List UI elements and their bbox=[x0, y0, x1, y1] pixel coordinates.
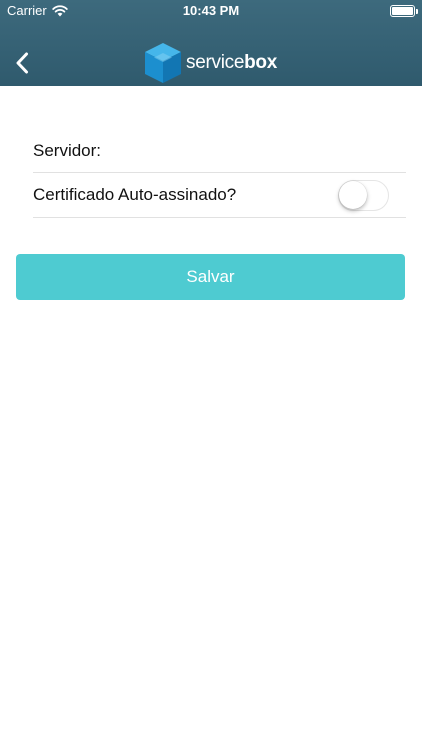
clock: 10:43 PM bbox=[182, 3, 240, 18]
servicebox-logo: servicebox bbox=[143, 41, 277, 85]
settings-form: Servidor: Certificado Auto-assinado? bbox=[33, 130, 406, 218]
chevron-left-icon bbox=[16, 52, 28, 74]
toggle-knob bbox=[339, 180, 367, 209]
status-bar: Carrier 10:43 PM bbox=[0, 0, 422, 22]
logo-text-regular: service bbox=[186, 52, 245, 73]
self-signed-label: Certificado Auto-assinado? bbox=[33, 185, 237, 204]
self-signed-toggle[interactable] bbox=[338, 179, 389, 211]
navigation-bar: servicebox bbox=[0, 40, 422, 86]
battery-icon bbox=[390, 5, 418, 17]
back-button[interactable] bbox=[4, 44, 40, 82]
logo-wordmark: servicebox bbox=[186, 52, 277, 74]
server-input[interactable] bbox=[109, 137, 406, 165]
app-header: Carrier 10:43 PM servicebox bbox=[0, 0, 422, 86]
self-signed-row: Certificado Auto-assinado? bbox=[33, 173, 406, 218]
battery-level bbox=[392, 7, 413, 15]
save-button[interactable]: Salvar bbox=[16, 254, 405, 300]
server-row: Servidor: bbox=[33, 130, 406, 173]
logo-text-bold: box bbox=[244, 52, 277, 73]
cube-logo-icon bbox=[145, 43, 181, 83]
server-label: Servidor: bbox=[33, 141, 102, 160]
